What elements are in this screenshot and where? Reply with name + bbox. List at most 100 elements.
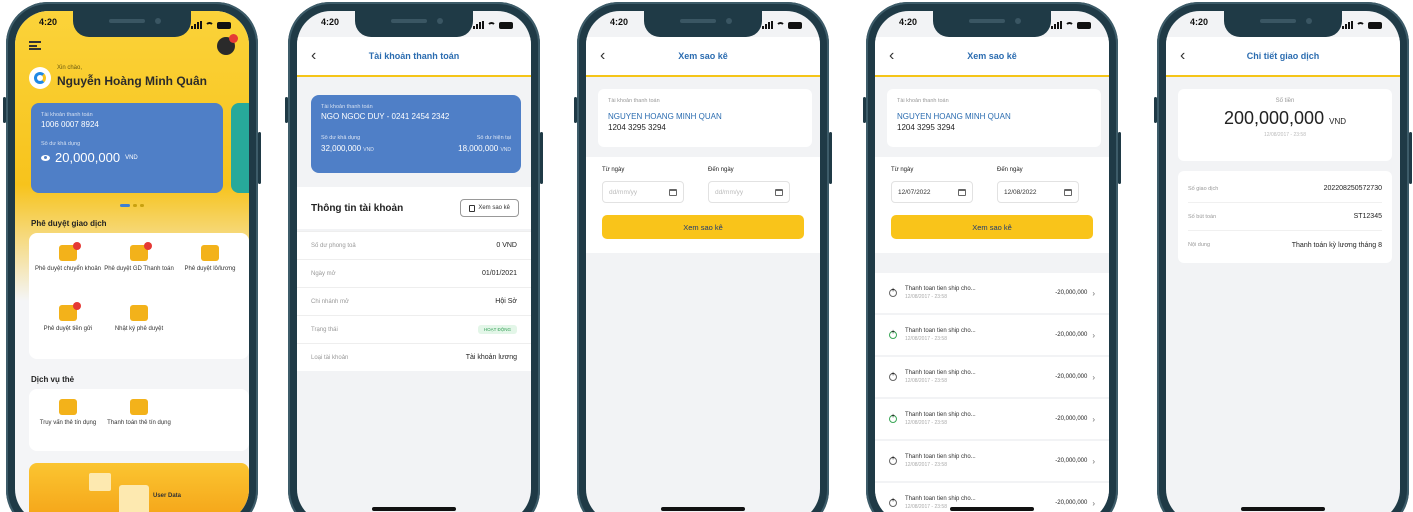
available-label: Số dư khả dụng (321, 135, 361, 141)
transaction-row[interactable]: Thanh toan tien ship cho...12/08/2017 - … (875, 441, 1109, 481)
page-title: Xem sao kê (967, 51, 1017, 61)
chevron-right-icon: › (1092, 414, 1095, 424)
account-number: 1204 3295 3294 (897, 123, 955, 132)
battery-icon (217, 21, 231, 29)
page-title: Chi tiết giao dịch (1246, 51, 1320, 61)
info-row: Chi nhánh mở Hội Sở (297, 287, 531, 315)
from-date-input[interactable]: 12/07/2022 (891, 181, 973, 203)
info-title: Thông tin tài khoản (311, 203, 404, 214)
back-icon[interactable]: ‹ (889, 47, 894, 65)
notch (644, 11, 762, 37)
approvals-grid: Phê duyệt chuyển khoản Phê duyệt GD Than… (29, 233, 249, 359)
credit-card-payment-tile[interactable]: Thanh toán thẻ tín dụng (104, 399, 174, 427)
approve-payroll-tile[interactable]: Phê duyệt lô/lương (175, 245, 245, 273)
from-label: Từ ngày (891, 167, 914, 173)
account-holder: NGO NGOC DUY - 0241 2454 2342 (321, 112, 450, 121)
detail-row: Nội dung Thanh toán kỳ lương tháng 8 (1188, 241, 1382, 249)
calendar-icon[interactable] (669, 188, 677, 196)
credit-card-inquiry-tile[interactable]: Truy vấn thẻ tín dụng (33, 399, 103, 427)
promo-banner[interactable]: User Data (29, 463, 249, 512)
menu-icon[interactable] (29, 41, 41, 50)
amount-label: Số tiền (1275, 98, 1295, 104)
detail-row: Số giao dịch 202208250572730 (1188, 175, 1382, 203)
account-screen: 4:20 ‹ Tài khoản thanh toán Tài khoản th… (297, 11, 531, 512)
phone-statement-empty: 4:20 ‹ Xem sao kê Tài khoản thanh toán N… (574, 2, 832, 512)
status-time: 4:20 (610, 17, 629, 27)
balance-value: 20,000,000 (55, 150, 121, 165)
balance-label: Số dư khả dụng (41, 141, 81, 147)
amount-card: Số tiền 200,000,000 VND 12/08/2017 - 23:… (1178, 89, 1392, 161)
date-filter: Từ ngày Đến ngày 12/07/2022 12/08/2022 X… (875, 157, 1109, 253)
phone-home: 4:20 Xin chào, Nguyễn Hoàng Minh Quân Tà… (3, 2, 261, 512)
account-card[interactable]: Tài khoản thanh toán 1006 0007 8924 Số d… (31, 103, 223, 193)
view-statement-button[interactable]: Xem sao kê (460, 199, 519, 217)
account-label: Tài khoản thanh toán (41, 112, 93, 118)
wifi-icon (205, 21, 214, 29)
notification-icon[interactable] (217, 34, 238, 55)
approval-log-tile[interactable]: Nhật ký phê duyệt (104, 305, 174, 333)
account-type-label: Tài khoản thanh toán (321, 104, 373, 110)
card-payment-icon (130, 399, 148, 415)
card-services-grid: Truy vấn thẻ tín dụng Thanh toán thẻ tín… (29, 389, 249, 451)
eye-icon[interactable] (41, 154, 50, 161)
from-date-input[interactable]: dd/mm/yy (602, 181, 684, 203)
transaction-row[interactable]: Thanh toan tien ship cho...12/08/2017 - … (875, 315, 1109, 355)
back-icon[interactable]: ‹ (600, 47, 605, 65)
account-name: NGUYEN HOANG MINH QUAN (897, 112, 1011, 121)
battery-icon (1368, 21, 1382, 29)
detail-list: Số giao dịch 202208250572730 Số bút toán S… (1178, 171, 1392, 263)
calendar-icon[interactable] (1064, 188, 1072, 196)
page-title: Xem sao kê (678, 51, 728, 61)
to-date-input[interactable]: dd/mm/yy (708, 181, 790, 203)
transaction-icon (889, 413, 897, 423)
status-time: 4:20 (39, 17, 58, 27)
account-card: Tài khoản thanh toán NGUYEN HOANG MINH Q… (598, 89, 812, 147)
bank-logo-icon (29, 67, 51, 89)
chevron-right-icon: › (1092, 330, 1095, 340)
page-title: Tài khoản thanh toán (368, 51, 460, 61)
greeting: Xin chào, (57, 65, 83, 71)
chevron-right-icon: › (1092, 456, 1095, 466)
account-card: Tài khoản thanh toán NGUYEN HOANG MINH Q… (887, 89, 1101, 147)
statement-screen-results: 4:20 ‹ Xem sao kê Tài khoản thanh toán N… (875, 11, 1109, 512)
next-card-peek[interactable] (231, 103, 249, 193)
balance-currency: VND (125, 154, 138, 161)
info-header: Thông tin tài khoản Xem sao kê (297, 187, 531, 229)
chevron-right-icon: › (1092, 288, 1095, 298)
info-row: Ngày mở 01/01/2021 (297, 259, 531, 287)
notch (355, 11, 473, 37)
notch (1224, 11, 1342, 37)
to-date-input[interactable]: 12/08/2022 (997, 181, 1079, 203)
account-number: 1204 3295 3294 (608, 123, 666, 132)
view-statement-button[interactable]: Xem sao kê (891, 215, 1093, 239)
home-indicator (950, 507, 1034, 511)
status-time: 4:20 (899, 17, 918, 27)
battery-icon (499, 21, 513, 29)
view-statement-button[interactable]: Xem sao kê (602, 215, 804, 239)
status-time: 4:20 (1190, 17, 1209, 27)
home-indicator (372, 507, 456, 511)
info-row: Trạng thái HOẠT ĐỘNG (297, 315, 531, 343)
back-icon[interactable]: ‹ (1180, 47, 1185, 65)
deposit-icon (59, 302, 81, 321)
date-filter: Từ ngày Đến ngày dd/mm/yy dd/mm/yy Xem s… (586, 157, 820, 253)
back-icon[interactable]: ‹ (311, 47, 316, 65)
transaction-row[interactable]: Thanh toan tien ship cho...12/08/2017 - … (875, 399, 1109, 439)
approve-deposit-tile[interactable]: Phê duyệt tiền gửi (33, 302, 103, 333)
approvals-title: Phê duyệt giao dịch (31, 219, 107, 228)
chevron-right-icon: › (1092, 372, 1095, 382)
calendar-icon[interactable] (775, 188, 783, 196)
phone-statement-results: 4:20 ‹ Xem sao kê Tài khoản thanh toán N… (863, 2, 1121, 512)
signal-icon (762, 21, 773, 29)
signal-icon (1342, 21, 1353, 29)
calendar-icon[interactable] (958, 188, 966, 196)
chevron-right-icon: › (1092, 498, 1095, 508)
approve-transfer-tile[interactable]: Phê duyệt chuyển khoản (33, 242, 103, 273)
header: ‹ Tài khoản thanh toán (297, 37, 531, 77)
approve-payment-tile[interactable]: Phê duyệt GD Thanh toán (104, 242, 174, 273)
available-balance: 32,000,000 (321, 144, 362, 153)
notification-badge (229, 34, 238, 43)
transaction-row[interactable]: Thanh toan tien ship cho...12/08/2017 - … (875, 357, 1109, 397)
signal-icon (1051, 21, 1062, 29)
transaction-row[interactable]: Thanh toan tien ship cho...12/08/2017 - … (875, 273, 1109, 313)
